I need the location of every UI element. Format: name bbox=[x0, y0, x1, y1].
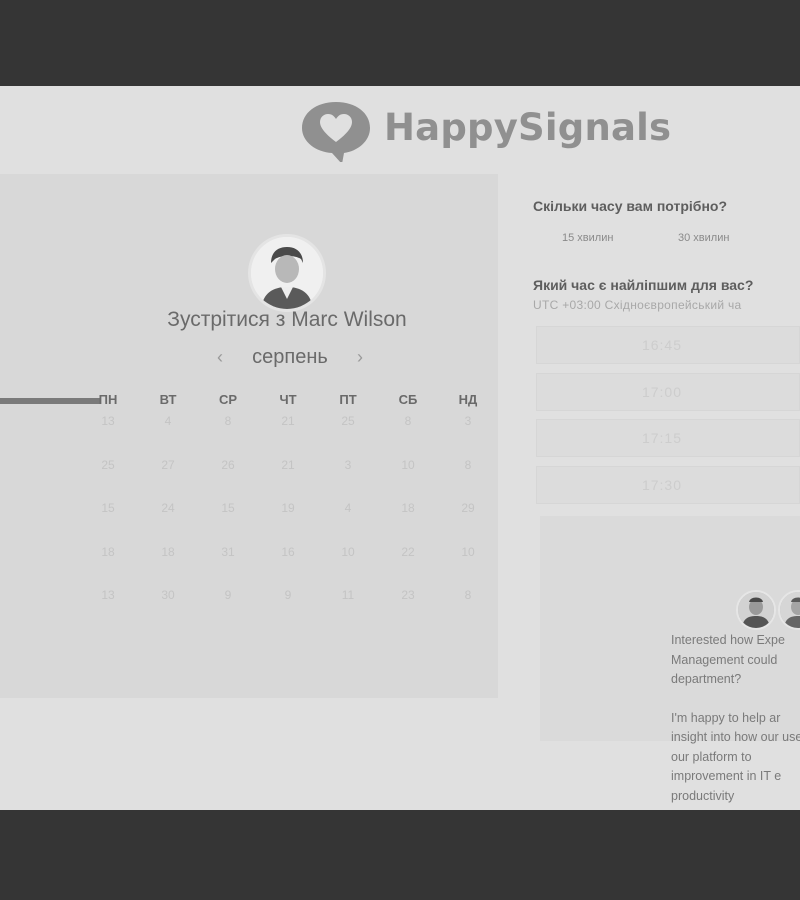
person-photo-icon bbox=[780, 592, 800, 628]
duration-question: Скільки часу вам потрібно? bbox=[533, 198, 728, 214]
calendar-day[interactable]: 3 bbox=[438, 414, 498, 458]
calendar-day[interactable]: 18 bbox=[138, 545, 198, 589]
timezone-label[interactable]: UTC +03:00 Східноєвропейський ча bbox=[533, 298, 742, 312]
calendar-day[interactable]: 25 bbox=[78, 458, 138, 502]
calendar-day[interactable]: 15 bbox=[78, 501, 138, 545]
duration-option-15[interactable]: 15 хвилин bbox=[562, 232, 613, 244]
prev-month-icon[interactable]: ‹ bbox=[210, 347, 230, 368]
calendar-day[interactable]: 4 bbox=[318, 501, 378, 545]
chat-agent-avatar bbox=[736, 590, 776, 630]
weekday-tue: ВТ bbox=[159, 392, 177, 407]
calendar-day[interactable]: 21 bbox=[258, 414, 318, 458]
weekday-sat: СБ bbox=[398, 392, 418, 407]
month-navigation: ‹ серпень › bbox=[210, 344, 370, 370]
calendar-day[interactable]: 11 bbox=[318, 588, 378, 632]
heart-speech-bubble-icon bbox=[302, 102, 370, 162]
duration-option-30[interactable]: 30 хвилин bbox=[678, 232, 729, 244]
chat-message: Interested how Expe Management could dep… bbox=[671, 631, 800, 810]
calendar-days-grid: 13 4 8 21 25 8 3 25 27 26 21 3 10 8 15 2… bbox=[78, 414, 498, 632]
calendar-day[interactable]: 10 bbox=[318, 545, 378, 589]
calendar-day[interactable]: 8 bbox=[438, 458, 498, 502]
month-label: серпень bbox=[252, 345, 328, 368]
meeting-title-prefix: Зустрітися з bbox=[167, 308, 286, 331]
host-avatar bbox=[248, 234, 326, 312]
top-overlay-band bbox=[0, 0, 800, 86]
weekday-header: ПН ВТ СР ЧТ ПТ СБ НД bbox=[78, 392, 498, 407]
bottom-overlay-band bbox=[0, 810, 800, 900]
calendar-day[interactable]: 15 bbox=[198, 501, 258, 545]
weekday-fri: ПТ bbox=[339, 392, 357, 407]
calendar-day[interactable]: 21 bbox=[258, 458, 318, 502]
calendar-day[interactable]: 8 bbox=[438, 588, 498, 632]
calendar-day[interactable]: 9 bbox=[258, 588, 318, 632]
brand-name: HappySignals bbox=[384, 105, 672, 149]
weekday-sun: НД bbox=[458, 392, 478, 407]
weekday-mon: ПН bbox=[98, 392, 118, 407]
calendar-day[interactable]: 8 bbox=[378, 414, 438, 458]
chat-message-paragraph: Interested how Expe Management could dep… bbox=[671, 633, 785, 686]
calendar-day[interactable]: 16 bbox=[258, 545, 318, 589]
calendar-panel: Зустрітися з Marc Wilson ‹ серпень › ПН … bbox=[0, 174, 498, 698]
next-month-icon[interactable]: › bbox=[350, 347, 370, 368]
calendar-day[interactable]: 31 bbox=[198, 545, 258, 589]
calendar-day[interactable]: 30 bbox=[138, 588, 198, 632]
calendar-day[interactable]: 22 bbox=[378, 545, 438, 589]
calendar-day[interactable]: 8 bbox=[198, 414, 258, 458]
calendar-day[interactable]: 19 bbox=[258, 501, 318, 545]
calendar-day[interactable]: 9 bbox=[198, 588, 258, 632]
scheduling-page: HappySignals Зустрітися з Marc Wilson ‹ … bbox=[0, 86, 800, 810]
calendar-day[interactable]: 10 bbox=[378, 458, 438, 502]
calendar-day[interactable]: 4 bbox=[138, 414, 198, 458]
calendar-day[interactable]: 13 bbox=[78, 414, 138, 458]
calendar-day[interactable]: 27 bbox=[138, 458, 198, 502]
person-photo-icon bbox=[738, 592, 774, 628]
person-photo-icon bbox=[251, 237, 323, 309]
calendar-day[interactable]: 18 bbox=[78, 545, 138, 589]
chat-agent-avatars[interactable] bbox=[736, 590, 800, 630]
weekday-wed: СР bbox=[218, 392, 238, 407]
calendar-day[interactable]: 3 bbox=[318, 458, 378, 502]
weekday-thu: ЧТ bbox=[279, 392, 297, 407]
chat-message-paragraph: I'm happy to help ar insight into how ou… bbox=[671, 710, 800, 803]
calendar-day[interactable]: 23 bbox=[378, 588, 438, 632]
calendar-day[interactable]: 24 bbox=[138, 501, 198, 545]
calendar-day[interactable]: 29 bbox=[438, 501, 498, 545]
calendar-day[interactable]: 25 bbox=[318, 414, 378, 458]
time-question: Який час є найліпшим для вас? bbox=[533, 277, 754, 293]
brand-logo[interactable]: HappySignals bbox=[298, 98, 671, 162]
meeting-title: Зустрітися з Marc Wilson bbox=[0, 308, 574, 332]
chat-agent-avatar bbox=[778, 590, 800, 630]
header: HappySignals bbox=[0, 86, 800, 174]
host-name: Marc Wilson bbox=[291, 308, 407, 331]
calendar-day[interactable]: 18 bbox=[378, 501, 438, 545]
calendar-day[interactable]: 10 bbox=[438, 545, 498, 589]
calendar-day[interactable]: 26 bbox=[198, 458, 258, 502]
calendar-day[interactable]: 13 bbox=[78, 588, 138, 632]
